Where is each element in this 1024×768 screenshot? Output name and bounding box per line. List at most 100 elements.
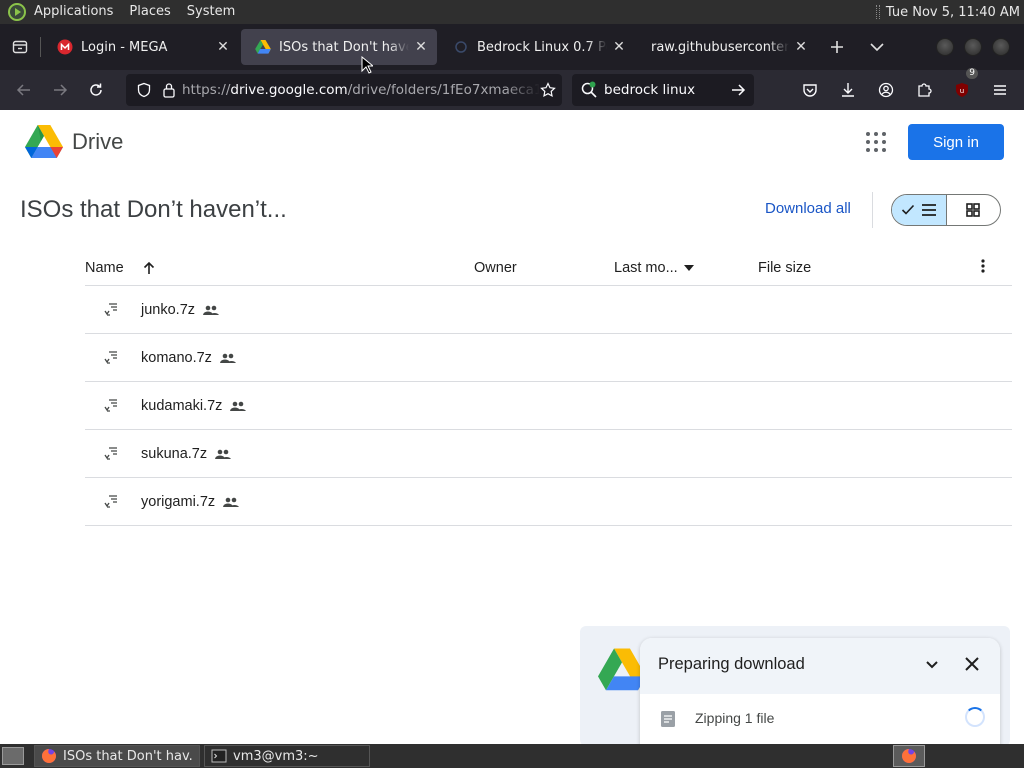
- account-icon: [878, 82, 894, 98]
- back-button[interactable]: [6, 74, 42, 106]
- url-prefix: https://: [182, 82, 231, 98]
- close-icon[interactable]: [964, 656, 980, 676]
- archive-file-icon: [104, 447, 117, 460]
- archive-file-icon: [104, 399, 117, 412]
- workspace-switcher[interactable]: [893, 745, 925, 767]
- reload-icon: [90, 83, 102, 96]
- sign-in-button[interactable]: Sign in: [908, 124, 1004, 160]
- file-name: sukuna.7z: [141, 445, 208, 462]
- svg-text:u: u: [960, 87, 964, 95]
- window-controls: [936, 38, 1024, 56]
- workspace-empty[interactable]: [930, 745, 1020, 767]
- search-bar[interactable]: bedrock linux: [572, 74, 754, 106]
- close-tab-icon[interactable]: ✕: [793, 39, 809, 55]
- shield-icon[interactable]: [136, 82, 152, 98]
- archive-file-icon: [104, 303, 117, 316]
- grid-icon: [966, 203, 981, 217]
- address-bar[interactable]: https://drive.google.com/drive/folders/1…: [126, 74, 562, 106]
- plus-icon: [831, 41, 843, 53]
- more-options-icon[interactable]: [981, 258, 985, 277]
- distro-logo-icon[interactable]: [8, 3, 26, 21]
- tab-title: raw.githubusercontent.com: [651, 39, 789, 55]
- account-button[interactable]: [868, 74, 904, 106]
- file-name-cell: yorigami.7z: [141, 494, 240, 510]
- list-view-button[interactable]: [892, 195, 947, 225]
- firefox-view-button[interactable]: [0, 24, 40, 70]
- close-window-button[interactable]: [992, 38, 1010, 56]
- shared-people-icon: [203, 305, 220, 315]
- close-tab-icon[interactable]: ✕: [215, 39, 231, 55]
- tab-mega[interactable]: Login - MEGA ✕: [43, 29, 239, 65]
- shared-people-icon: [215, 449, 232, 459]
- downloads-button[interactable]: [830, 74, 866, 106]
- show-desktop-icon[interactable]: [2, 747, 24, 765]
- taskbar-item-firefox[interactable]: ISOs that Don't hav...: [34, 745, 200, 767]
- taskbar-item-terminal[interactable]: vm3@vm3:~: [204, 745, 370, 767]
- arrow-right-icon[interactable]: [730, 82, 746, 98]
- tab-bedrock[interactable]: Bedrock Linux 0.7 Poki ✕: [439, 29, 635, 65]
- tab-title: Bedrock Linux 0.7 Poki: [477, 39, 607, 55]
- table-row[interactable]: sukuna.7z: [85, 430, 1012, 478]
- download-status: Zipping 1 file: [695, 710, 775, 726]
- tab-raw-github[interactable]: raw.githubusercontent.com ✕: [637, 29, 817, 65]
- google-apps-icon[interactable]: [866, 132, 886, 152]
- url-text[interactable]: https://drive.google.com/drive/folders/1…: [182, 82, 540, 98]
- pocket-button[interactable]: [792, 74, 828, 106]
- arrow-left-icon: [16, 84, 30, 96]
- menu-button[interactable]: [982, 74, 1018, 106]
- download-progress-dialog: Preparing download Zipping 1 file: [640, 638, 1000, 744]
- bookmark-star-icon[interactable]: [540, 82, 556, 98]
- last-modified-header-label: Last mo...: [614, 259, 678, 276]
- list-icon: [921, 204, 936, 216]
- web-page: Drive Sign in ISOs that Don’t haven’t...…: [0, 110, 1024, 744]
- dialog-title: Preparing download: [658, 655, 805, 673]
- table-row[interactable]: komano.7z: [85, 334, 1012, 382]
- grid-view-button[interactable]: [947, 195, 1001, 225]
- file-name: kudamaki.7z: [141, 397, 223, 414]
- panel-handle[interactable]: [875, 5, 880, 19]
- ublock-button[interactable]: u 9: [944, 68, 980, 106]
- forward-button[interactable]: [42, 74, 78, 106]
- system-menu[interactable]: System: [179, 0, 243, 24]
- owner-column-header[interactable]: Owner: [474, 260, 517, 276]
- hamburger-icon: [994, 85, 1006, 95]
- extensions-button[interactable]: [906, 74, 942, 106]
- search-engine-icon: [581, 81, 597, 98]
- arrow-right-icon: [54, 84, 68, 96]
- name-column-header[interactable]: Name: [85, 260, 156, 276]
- tab-bar: Login - MEGA ✕ ISOs that Don't haven't ✕…: [0, 24, 1024, 70]
- table-row[interactable]: yorigami.7z: [85, 478, 1012, 526]
- taskbar-item-label: vm3@vm3:~: [233, 748, 319, 764]
- firefox-icon: [42, 749, 56, 763]
- file-name: komano.7z: [141, 349, 212, 366]
- collapse-chevron-icon[interactable]: [924, 656, 940, 676]
- minimize-button[interactable]: [936, 38, 954, 56]
- table-row[interactable]: kudamaki.7z: [85, 382, 1012, 430]
- bedrock-icon: [453, 39, 469, 55]
- list-all-tabs-button[interactable]: [857, 29, 897, 65]
- clock[interactable]: Tue Nov 5, 11:40 AM: [886, 5, 1024, 20]
- places-menu[interactable]: Places: [121, 0, 178, 24]
- tab-drive-folder[interactable]: ISOs that Don't haven't ✕: [241, 29, 437, 65]
- download-icon: [842, 83, 854, 97]
- reload-button[interactable]: [78, 74, 114, 106]
- maximize-button[interactable]: [964, 38, 982, 56]
- shared-people-icon: [223, 497, 240, 507]
- file-size-column-header[interactable]: File size: [758, 260, 811, 276]
- applications-menu[interactable]: Applications: [26, 0, 121, 24]
- taskbar-item-label: ISOs that Don't hav...: [63, 748, 193, 764]
- file-name-cell: sukuna.7z: [141, 445, 232, 462]
- view-toggle: [891, 194, 1001, 226]
- product-name[interactable]: Drive: [72, 129, 123, 155]
- close-tab-icon[interactable]: ✕: [413, 39, 429, 55]
- new-tab-button[interactable]: [817, 29, 857, 65]
- puzzle-icon: [918, 83, 932, 97]
- lock-icon[interactable]: [162, 82, 176, 98]
- table-header: Name Owner Last mo... File size: [85, 250, 1012, 286]
- sort-ascending-arrow-icon[interactable]: [142, 261, 156, 275]
- last-modified-column-header[interactable]: Last mo...: [614, 260, 694, 276]
- google-drive-logo-icon[interactable]: [25, 125, 63, 159]
- table-row[interactable]: junko.7z: [85, 286, 1012, 334]
- close-tab-icon[interactable]: ✕: [611, 39, 627, 55]
- download-all-button[interactable]: Download all: [765, 200, 851, 217]
